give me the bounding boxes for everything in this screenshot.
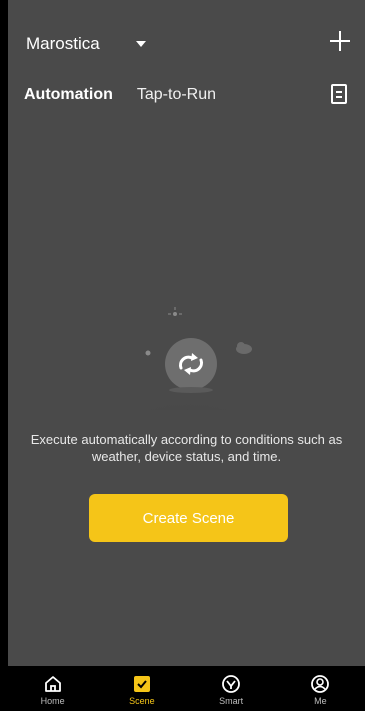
home-name: Marostica: [26, 34, 100, 53]
scene-tabs: Automation Tap-to-Run: [24, 86, 216, 104]
nav-label-home: Home: [40, 696, 65, 706]
home-selector[interactable]: Marostica: [26, 34, 146, 54]
scene-screen: Marostica Automation Tap-to-Run Execute …: [8, 0, 365, 711]
caret-down-icon: [135, 41, 146, 47]
nav-item-scene[interactable]: Scene: [107, 666, 177, 706]
tab-automation[interactable]: Automation: [24, 86, 113, 104]
automation-cycle-icon: [118, 307, 258, 410]
scene-check-icon: [133, 676, 150, 692]
nav-label-scene: Scene: [129, 696, 155, 706]
create-scene-button[interactable]: Create Scene: [89, 494, 288, 542]
home-icon: [44, 676, 61, 692]
nav-item-me[interactable]: Me: [285, 666, 355, 706]
nav-label-smart: Smart: [219, 696, 244, 706]
nav-label-me: Me: [314, 696, 327, 706]
log-document-icon[interactable]: [331, 84, 347, 104]
nav-item-home[interactable]: Home: [18, 666, 88, 706]
bottom-nav: Home Scene Smart Me: [8, 666, 365, 711]
empty-state-message: Execute automatically according to condi…: [30, 432, 343, 464]
plus-icon[interactable]: [329, 30, 351, 52]
header: Marostica: [8, 0, 365, 82]
nav-item-smart[interactable]: Smart: [196, 666, 266, 706]
tab-tap-to-run[interactable]: Tap-to-Run: [137, 86, 216, 104]
smart-icon: [222, 675, 241, 693]
profile-icon: [311, 675, 330, 693]
